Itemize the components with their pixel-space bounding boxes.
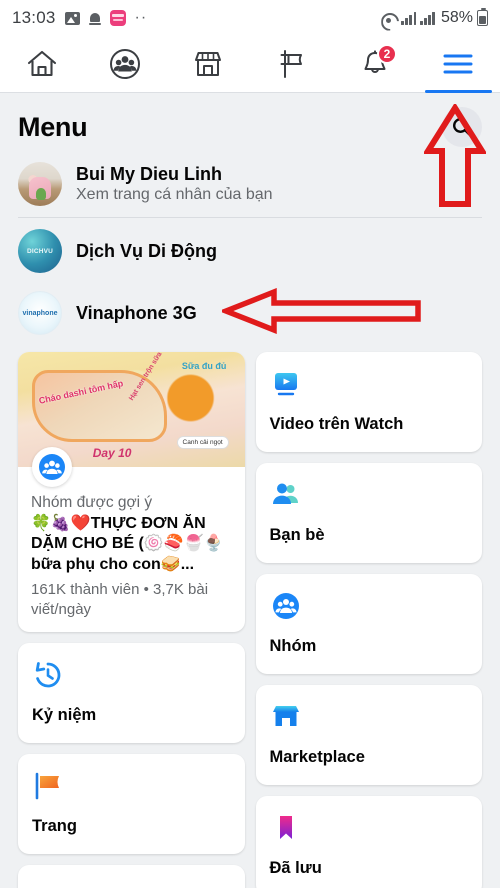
- flag-icon: [280, 50, 302, 78]
- group-icon-glyph: [39, 454, 65, 480]
- tile-marketplace[interactable]: Marketplace: [255, 685, 482, 785]
- avatar: [18, 162, 62, 206]
- row-label: Dịch Vụ Di Động: [76, 240, 217, 261]
- avatar-logo-text: vinaphone: [22, 309, 58, 317]
- photo-icon: [64, 11, 80, 25]
- cover-text-3: Sữa đu đủ: [181, 361, 227, 372]
- tile-label: Marketplace: [269, 748, 365, 766]
- search-icon: [452, 117, 473, 138]
- saved-bookmark-icon: [270, 811, 469, 845]
- tile-label: Kỷ niệm: [32, 705, 97, 724]
- memories-clock-icon: [32, 658, 231, 692]
- tile-ban-be[interactable]: Bạn bè: [255, 463, 482, 563]
- group-suggestion-card[interactable]: Cháo dashi tôm hấp Hạt sen trộn sữa Sữa …: [18, 352, 245, 632]
- battery-icon: [477, 7, 488, 26]
- avatar-logo-text: DICHVU: [26, 247, 54, 255]
- nav-tab-home[interactable]: [0, 36, 83, 92]
- row-texts: Vinaphone 3G: [76, 303, 197, 324]
- group-name: 🍀🍇❤️THỰC ĐƠN ĂN DẶM CHO BÉ (🍥🍣🍧🍨bữa phụ …: [31, 515, 224, 573]
- group-suggestion-label: Nhóm được gợi ý: [31, 494, 153, 511]
- group-icon: [32, 447, 72, 487]
- grid-right-column: Video trên Watch Bạn bè Nhóm Marketplace…: [255, 352, 482, 888]
- menu-header: Menu: [0, 93, 500, 153]
- bell-icon: [88, 11, 101, 25]
- status-time: 13:03: [12, 8, 56, 27]
- profile-name: Bui My Dieu Linh: [76, 164, 222, 184]
- cover-text-bubble: Canh cải ngọt: [176, 435, 229, 449]
- row-texts: Bui My Dieu Linh Xem trang cá nhân của b…: [76, 164, 273, 204]
- tile-label: Video trên Watch: [269, 415, 404, 433]
- tile-label: Bạn bè: [269, 526, 325, 544]
- dichvu-logo-avatar: DICHVU: [18, 229, 62, 273]
- grid-left-column: Cháo dashi tôm hấp Hạt sen trộn sữa Sữa …: [18, 352, 245, 888]
- status-bar: 13:03 ·· 58%: [0, 0, 500, 36]
- hamburger-icon: [443, 54, 473, 74]
- nav-tab-friends[interactable]: [83, 36, 166, 92]
- tile-label: Trang: [32, 816, 77, 835]
- nav-tab-pages[interactable]: [250, 36, 333, 92]
- divider: [18, 217, 482, 218]
- nav-tab-notifications[interactable]: 2: [333, 36, 416, 92]
- pink-app-icon: [109, 10, 126, 26]
- menu-rows: Bui My Dieu Linh Xem trang cá nhân của b…: [0, 153, 500, 344]
- signal-icon: [420, 11, 435, 25]
- nav-tab-menu[interactable]: [417, 36, 500, 93]
- tile-da-luu[interactable]: Đã lưu: [255, 796, 482, 888]
- tile-video-tren-watch[interactable]: Video trên Watch: [255, 352, 482, 452]
- home-icon: [27, 50, 56, 77]
- tile-nhom[interactable]: Nhóm: [255, 574, 482, 674]
- menu-grid: Cháo dashi tôm hấp Hạt sen trộn sữa Sữa …: [0, 344, 500, 888]
- row-dich-vu-di-dong[interactable]: DICHVU Dịch Vụ Di Động: [0, 220, 500, 282]
- group-meta: 161K thành viên • 3,7K bài viết/ngày: [31, 581, 209, 618]
- row-label: Vinaphone 3G: [76, 302, 197, 323]
- groups-icon: [270, 589, 469, 623]
- search-button[interactable]: [442, 107, 482, 147]
- profile-subtitle: Xem trang cá nhân của bạn: [76, 186, 273, 203]
- page-title: Menu: [18, 111, 88, 142]
- tile-left-partial[interactable]: [18, 864, 245, 888]
- tile-trang[interactable]: Trang: [18, 753, 245, 854]
- top-navigation-bar: 2: [0, 36, 500, 93]
- wifi-icon: [380, 12, 397, 25]
- vinaphone-logo-avatar: vinaphone: [18, 291, 62, 335]
- nav-tab-marketplace[interactable]: [167, 36, 250, 92]
- status-bar-right: 58%: [380, 7, 488, 27]
- row-vinaphone-3g[interactable]: vinaphone Vinaphone 3G: [0, 282, 500, 344]
- row-texts: Dịch Vụ Di Động: [76, 241, 217, 262]
- signal-icon: [401, 11, 417, 25]
- group-card-body: Nhóm được gợi ý 🍀🍇❤️THỰC ĐƠN ĂN DẶM CHO …: [18, 467, 245, 632]
- status-bar-left: 13:03 ··: [12, 8, 147, 28]
- pages-flag-icon: [32, 769, 231, 803]
- friends-people-icon: [270, 478, 469, 512]
- partial-icon: [32, 880, 231, 888]
- store-icon: [195, 52, 222, 76]
- screen-root: 13:03 ·· 58% 2 Menu Bui My Dieu Linh Xem…: [0, 0, 500, 888]
- notification-badge: 2: [376, 44, 398, 64]
- tile-label: Đã lưu: [269, 859, 322, 877]
- row-profile[interactable]: Bui My Dieu Linh Xem trang cá nhân của b…: [0, 153, 500, 215]
- active-tab-indicator: [424, 90, 492, 93]
- watch-video-icon: [270, 367, 469, 401]
- more-dots-icon: ··: [134, 9, 148, 26]
- battery-percent: 58%: [440, 9, 473, 26]
- tile-ky-niem[interactable]: Kỷ niệm: [18, 642, 245, 743]
- marketplace-store-icon: [270, 700, 469, 734]
- friends-circle-icon: [109, 49, 140, 79]
- group-cover-image: Cháo dashi tôm hấp Hạt sen trộn sữa Sữa …: [18, 352, 245, 487]
- cover-text-4: Day 10: [92, 446, 132, 461]
- tile-label: Nhóm: [269, 637, 317, 655]
